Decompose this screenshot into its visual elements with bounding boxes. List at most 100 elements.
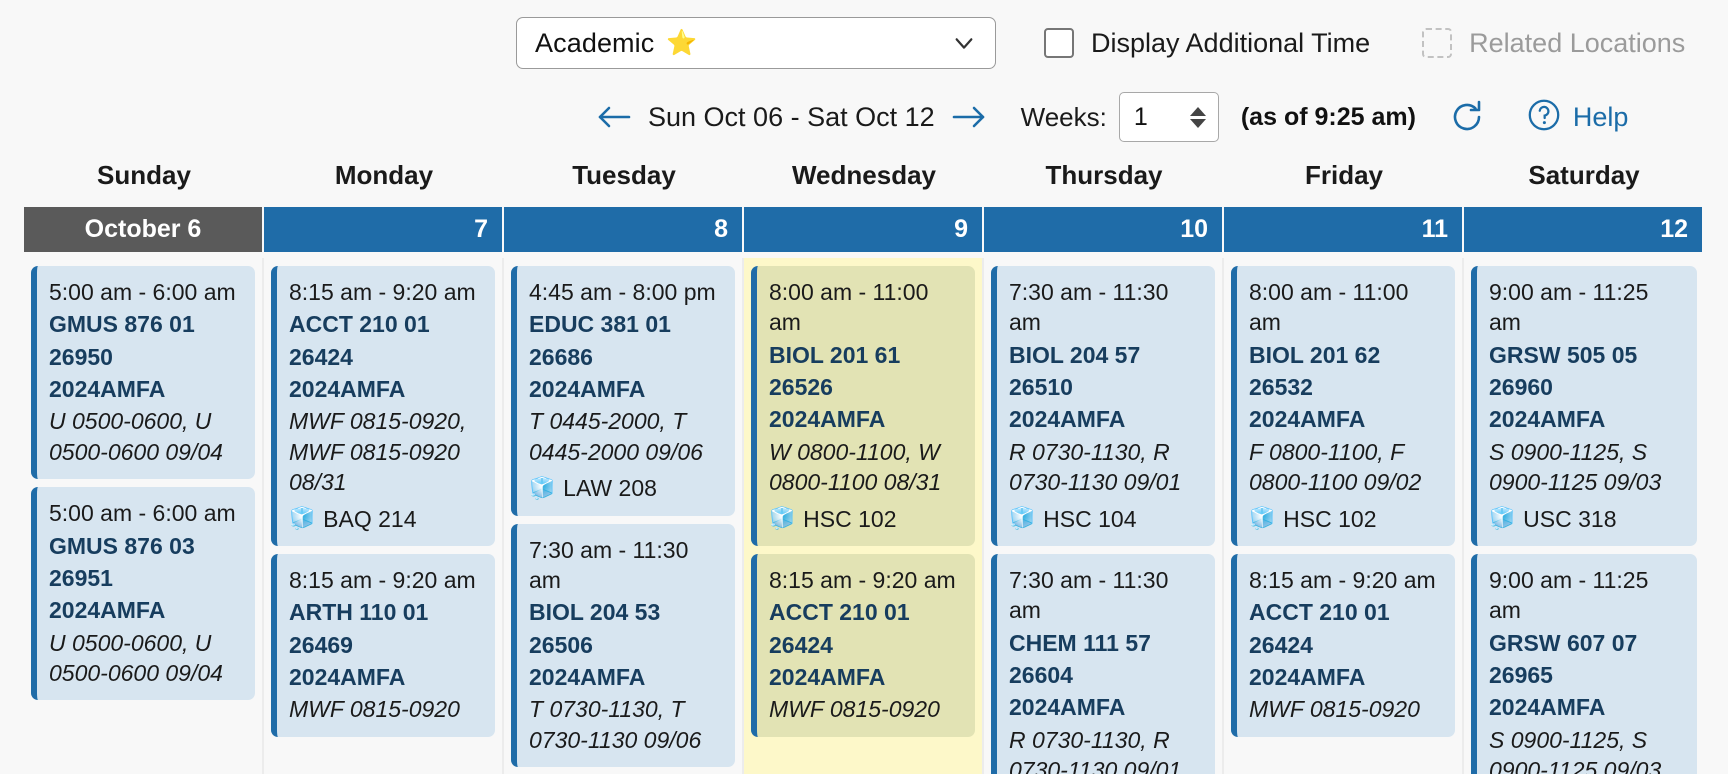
day-name-tuesday: Tuesday	[572, 160, 676, 190]
date-cell-saturday[interactable]: 12	[1464, 207, 1704, 252]
event-card[interactable]: 7:30 am - 11:30 am CHEM 111 57 26604 2024AM…	[991, 553, 1215, 774]
event-meeting-pattern: S 0900-1125, S 0900-1125 09/03	[1489, 726, 1662, 774]
event-meeting-pattern: MWF 0815-0920	[1249, 696, 1420, 723]
event-course-code: ACCT 210 01	[769, 599, 910, 626]
event-card[interactable]: 7:30 am - 11:30 am BIOL 204 53 26506 2024AM…	[511, 523, 735, 768]
event-crn: 26686	[529, 343, 593, 370]
chevron-down-icon[interactable]	[953, 32, 975, 54]
event-crn: 26506	[529, 631, 593, 658]
event-card[interactable]: 4:45 am - 8:00 pm EDUC 381 01 26686 2024AMF…	[511, 266, 735, 516]
event-course-code: GRSW 607 07	[1489, 629, 1638, 656]
arrow-left-icon[interactable]	[596, 103, 632, 131]
event-term: 2024AMFA	[1489, 406, 1606, 433]
date-range-nav: Sun Oct 06 - Sat Oct 12	[596, 102, 987, 133]
day-column-thursday: 7:30 am - 11:30 am BIOL 204 57 26510 2024AM…	[984, 258, 1224, 774]
stepper-arrows-icon[interactable]	[1189, 106, 1206, 128]
navigation-row: Sun Oct 06 - Sat Oct 12 Weeks: 1 (as of …	[0, 86, 1728, 148]
event-course-code: GRSW 505 05	[1489, 341, 1638, 368]
event-crn: 26604	[1009, 661, 1073, 688]
day-name-friday: Friday	[1304, 160, 1384, 190]
event-location-text: USC 318	[1523, 505, 1617, 532]
event-term: 2024AMFA	[769, 406, 886, 433]
location-cube-icon: 🧊	[289, 507, 316, 531]
event-crn: 26532	[1249, 374, 1313, 401]
event-meeting-pattern: MWF 0815-0920	[769, 696, 940, 723]
arrow-right-icon[interactable]	[951, 103, 987, 131]
event-card[interactable]: 5:00 am - 6:00 am GMUS 876 03 26951 2024AMF…	[31, 487, 255, 701]
event-crn: 26510	[1009, 374, 1073, 401]
date-cell-friday[interactable]: 11	[1224, 207, 1464, 252]
event-card[interactable]: 8:15 am - 9:20 am ACCT 210 01 26424 2024AMF…	[271, 266, 495, 546]
display-additional-time-checkbox[interactable]	[1044, 28, 1074, 58]
date-cell-thursday[interactable]: 10	[984, 207, 1224, 252]
event-time: 9:00 am - 11:25 am	[1489, 279, 1649, 336]
event-course-code: ACCT 210 01	[289, 311, 430, 338]
day-column-tuesday: 4:45 am - 8:00 pm EDUC 381 01 26686 2024AMF…	[504, 258, 744, 774]
event-card[interactable]: 8:00 am - 11:00 am BIOL 201 62 26532 2024AM…	[1231, 266, 1455, 546]
event-term: 2024AMFA	[529, 663, 646, 690]
event-meeting-pattern: S 0900-1125, S 0900-1125 09/03	[1489, 438, 1662, 496]
event-meeting-pattern: MWF 0815-0920	[289, 696, 460, 723]
event-meeting-pattern: F 0800-1100, F 0800-1100 09/02	[1249, 438, 1422, 496]
event-location-text: BAQ 214	[323, 505, 417, 532]
event-crn: 26960	[1489, 374, 1553, 401]
location-cube-icon: 🧊	[769, 507, 796, 531]
event-term: 2024AMFA	[289, 663, 406, 690]
event-location: 🧊 LAW 208	[529, 473, 723, 503]
event-term: 2024AMFA	[529, 376, 646, 403]
event-time: 8:00 am - 11:00 am	[1249, 279, 1409, 336]
event-term: 2024AMFA	[49, 597, 166, 624]
event-course-code: CHEM 111 57	[1009, 629, 1151, 656]
event-time: 7:30 am - 11:30 am	[1009, 566, 1169, 624]
event-card[interactable]: 8:15 am - 9:20 am ARTH 110 01 26469 2024AMF…	[271, 553, 495, 737]
related-locations-checkbox	[1422, 28, 1453, 58]
event-card[interactable]: 8:15 am - 9:20 am ACCT 210 01 26424 2024AMF…	[1231, 553, 1455, 737]
date-cell-wednesday[interactable]: 9	[744, 207, 984, 252]
event-time: 8:15 am - 9:20 am	[769, 566, 956, 593]
event-term: 2024AMFA	[1009, 406, 1126, 433]
event-card[interactable]: 9:00 am - 11:25 am GRSW 505 05 26960 2024AM…	[1471, 266, 1697, 546]
event-card[interactable]: 8:00 am - 11:00 am BIOL 201 61 26526 2024AM…	[751, 266, 975, 546]
day-column-saturday: 9:00 am - 11:25 am GRSW 505 05 26960 2024AM…	[1464, 258, 1704, 774]
day-name-sunday: Sunday	[97, 160, 191, 190]
calendar-type-select[interactable]: Academic ⭐	[516, 17, 996, 69]
calendar-type-value: Academic	[535, 27, 655, 58]
question-circle-icon	[1526, 97, 1562, 138]
event-card[interactable]: 7:30 am - 11:30 am BIOL 204 57 26510 2024AM…	[991, 266, 1215, 546]
event-meeting-pattern: MWF 0815-0920, MWF 0815-0920 08/31	[289, 408, 467, 496]
event-location: 🧊 HSC 102	[1249, 504, 1443, 534]
event-term: 2024AMFA	[1249, 663, 1366, 690]
event-time: 8:00 am - 11:00 am	[769, 279, 929, 336]
event-meeting-pattern: R 0730-1130, R 0730-1130 09/01	[1009, 438, 1182, 496]
refresh-icon[interactable]	[1448, 98, 1486, 136]
location-cube-icon: 🧊	[1489, 507, 1516, 531]
event-time: 8:15 am - 9:20 am	[289, 279, 476, 305]
help-label: Help	[1572, 101, 1629, 132]
location-cube-icon: 🧊	[529, 476, 556, 500]
event-time: 9:00 am - 11:25 am	[1489, 566, 1649, 624]
event-term: 2024AMFA	[769, 663, 886, 690]
date-cell-monday[interactable]: 7	[264, 207, 504, 252]
toolbar: Academic ⭐ Display Additional Time Relat…	[0, 0, 1728, 86]
event-location: 🧊 BAQ 214	[289, 504, 483, 534]
star-icon: ⭐	[666, 28, 698, 57]
event-course-code: EDUC 381 01	[529, 311, 671, 338]
day-name-monday: Monday	[334, 160, 434, 190]
schedule-page: Academic ⭐ Display Additional Time Relat…	[0, 0, 1728, 774]
event-columns: 5:00 am - 6:00 am GMUS 876 01 26950 2024AMF…	[24, 258, 1704, 774]
event-course-code: ACCT 210 01	[1249, 599, 1390, 626]
display-additional-time-label: Display Additional Time	[1091, 27, 1371, 58]
date-cell-tuesday[interactable]: 8	[504, 207, 744, 252]
as-of-time: (as of 9:25 am)	[1240, 102, 1416, 131]
event-crn: 26526	[769, 374, 833, 401]
event-card[interactable]: 9:00 am - 11:25 am GRSW 607 07 26965 2024AM…	[1471, 553, 1697, 774]
date-cell-sunday[interactable]: October 6	[24, 207, 264, 252]
event-crn: 26469	[289, 631, 353, 658]
display-additional-time-group[interactable]: Display Additional Time	[1044, 28, 1370, 59]
help-link[interactable]: Help	[1526, 97, 1629, 138]
event-card[interactable]: 8:15 am - 9:20 am ACCT 210 01 26424 2024AMF…	[751, 553, 975, 737]
weeks-stepper[interactable]: 1	[1118, 92, 1219, 142]
day-names-row: Sunday Monday Tuesday Wednesday Thursday…	[24, 154, 1704, 201]
event-card[interactable]: 5:00 am - 6:00 am GMUS 876 01 26950 2024AMF…	[31, 266, 255, 480]
date-bar-row: October 6 7 8 9 10 11 12	[24, 207, 1704, 252]
